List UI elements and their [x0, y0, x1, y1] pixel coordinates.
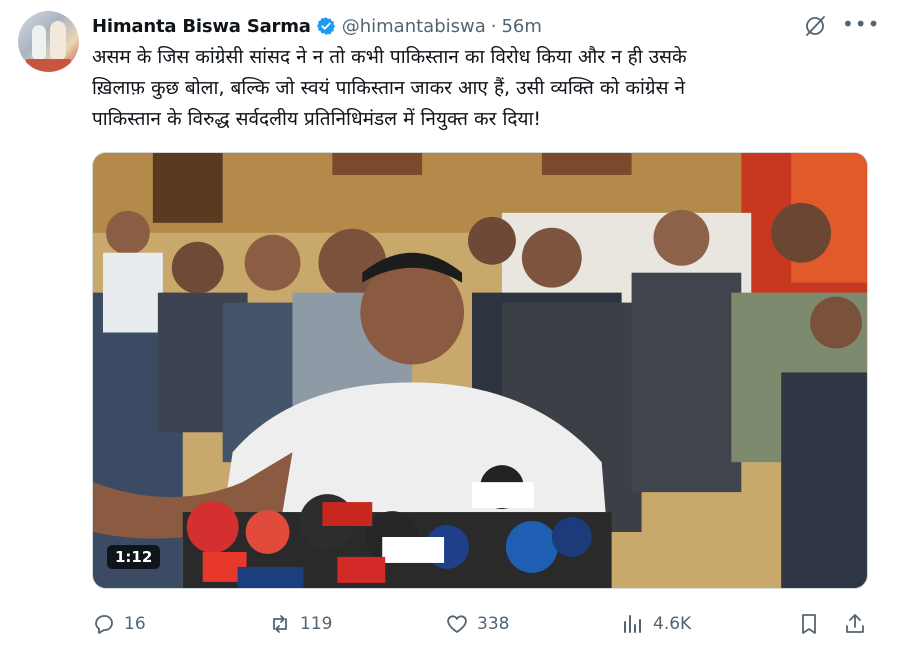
- tweet-line: असम के जिस कांग्रेसी सांसद ने न तो कभी प…: [92, 46, 687, 68]
- author-name[interactable]: Himanta Biswa Sarma: [92, 16, 311, 37]
- repost-button[interactable]: 119: [268, 610, 332, 638]
- tweet-line: ख़िलाफ़ कुछ बोला, बल्कि जो स्वयं पाकिस्त…: [92, 77, 686, 99]
- grok-icon[interactable]: [803, 14, 827, 38]
- tweet-header: Himanta Biswa Sarma @himantabiswa · 56m: [92, 12, 542, 40]
- reply-count: 16: [124, 614, 146, 634]
- tweet-line: पाकिस्तान के विरुद्ध सर्वदलीय प्रतिनिधिम…: [92, 108, 542, 130]
- views-button[interactable]: 4.6K: [621, 610, 691, 638]
- video-player[interactable]: 1:12: [92, 152, 868, 589]
- views-count: 4.6K: [653, 614, 692, 634]
- repost-count: 119: [300, 614, 333, 634]
- share-icon[interactable]: [843, 612, 867, 636]
- verified-badge-icon: [316, 17, 335, 35]
- video-duration: 1:12: [107, 545, 161, 569]
- reply-button[interactable]: 16: [92, 610, 146, 638]
- avatar[interactable]: [18, 11, 79, 72]
- more-icon[interactable]: •••: [842, 13, 880, 35]
- like-button[interactable]: 338: [445, 610, 509, 638]
- repost-icon: [273, 615, 287, 633]
- timestamp[interactable]: 56m: [501, 16, 541, 37]
- separator-dot: ·: [490, 15, 497, 37]
- bookmark-icon[interactable]: [797, 612, 821, 636]
- author-handle[interactable]: @himantabiswa: [342, 16, 486, 37]
- video-thumbnail: [93, 153, 867, 588]
- like-icon: [447, 615, 467, 633]
- like-count: 338: [477, 614, 510, 634]
- views-icon: [624, 615, 641, 633]
- reply-icon: [95, 615, 113, 634]
- tweet-text: असम के जिस कांग्रेसी सांसद ने न तो कभी प…: [92, 42, 867, 135]
